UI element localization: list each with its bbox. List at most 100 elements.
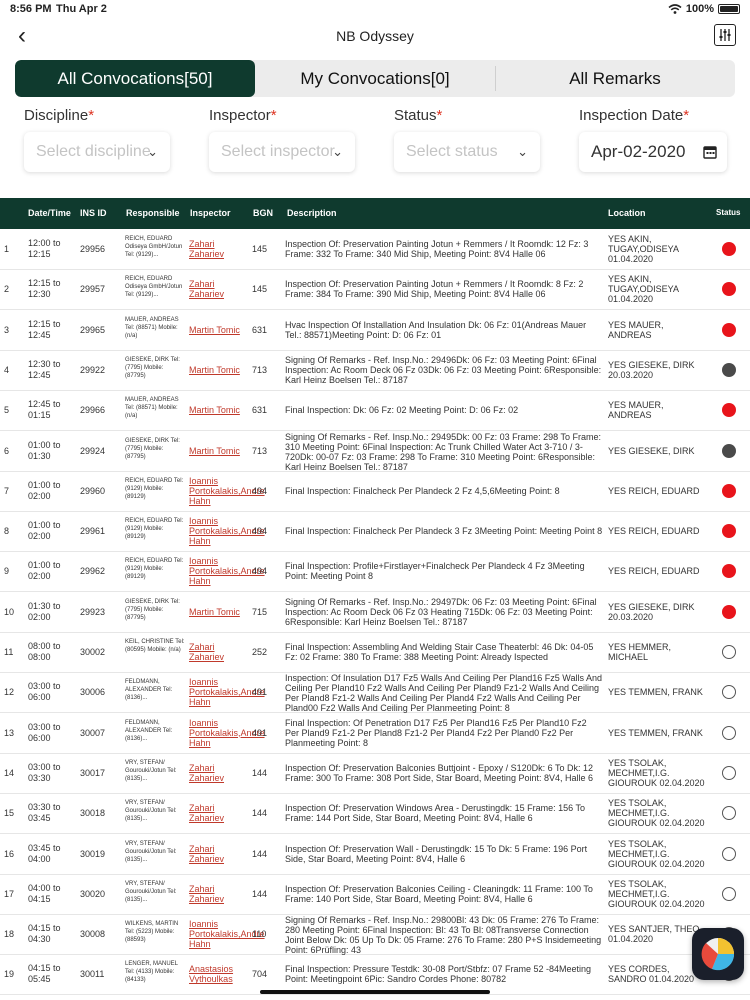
row-inspector-link[interactable]: Zahari Zahariev	[189, 844, 247, 864]
status-placeholder: Select status	[406, 143, 498, 160]
table-row[interactable]: 6 01:00 to 01:30 29924 GIESEKE, DIRK Tel: (…	[0, 431, 750, 472]
row-index: 7	[4, 485, 10, 496]
row-responsible: MAUER, ANDREAS Tel: (88571) Mobile: (n/a…	[125, 397, 179, 420]
row-index: 3	[4, 324, 10, 335]
row-ins-id: 30007	[80, 727, 106, 738]
row-location: YES TEMMEN, FRANK	[608, 727, 703, 738]
row-inspector-link[interactable]: Zahari Zahariev	[189, 279, 247, 299]
table-row[interactable]: 16 03:45 to 04:00 30019 VRY, STEFAN/ Gourou…	[0, 834, 750, 875]
status-indicator-icon	[722, 524, 736, 539]
table-row[interactable]: 2 12:15 to 12:30 29957 REICH, EDUARD Odisey…	[0, 269, 750, 311]
header-bgn: BGN	[253, 208, 273, 218]
filter-settings-button[interactable]	[714, 24, 736, 46]
row-inspector-link[interactable]: Ioannis Portokalakis,Andre Hahn	[189, 556, 265, 586]
table-row[interactable]: 8 01:00 to 02:00 29961 REICH, EDUARD Tel: (…	[0, 511, 750, 553]
row-inspector-link[interactable]: Zahari Zahariev	[189, 803, 247, 823]
row-inspector-link[interactable]: Ioannis Portokalakis,Andre Hahn	[189, 919, 265, 949]
row-description: Inspection Of: Preservation Balconies Ce…	[285, 883, 593, 904]
row-inspector-link[interactable]: Anastasios Vythoulkas	[189, 964, 247, 984]
table-row[interactable]: 15 03:30 to 03:45 30018 VRY, STEFAN/ Gourou…	[0, 793, 750, 835]
status-indicator-icon	[722, 765, 736, 780]
row-inspector-link[interactable]: Martin Tomic	[189, 405, 247, 415]
row-inspector-link[interactable]: Ioannis Portokalakis,Andre Hahn	[189, 516, 265, 546]
row-inspector-link[interactable]: Zahari Zahariev	[189, 763, 247, 783]
header-location: Location	[608, 208, 646, 218]
battery-percent: 100%	[685, 3, 714, 15]
row-ins-id: 29966	[80, 405, 106, 416]
row-bgn: 713	[252, 364, 268, 375]
row-bgn: 144	[252, 808, 268, 819]
tab-all-convocations[interactable]: All Convocations[50]	[15, 60, 255, 97]
table-row[interactable]: 13 03:00 to 06:00 30007 FELDMANN, ALEXANDER…	[0, 713, 750, 754]
tab-my-convocations[interactable]: My Convocations[0]	[255, 60, 495, 97]
row-description: Final Inspection: Of Penetration D17 Fz5…	[285, 717, 587, 748]
row-inspector-link[interactable]: Zahari Zahariev	[189, 239, 247, 259]
row-bgn: 491	[252, 687, 268, 698]
row-datetime: 12:45 to 01:15	[28, 399, 61, 421]
row-index: 17	[4, 888, 15, 899]
table-row[interactable]: 5 12:45 to 01:15 29966 MAUER, ANDREAS Tel: …	[0, 390, 750, 432]
row-location: YES TSOLAK, MECHMET,I.G. GIOUROUK 02.04.…	[608, 757, 705, 788]
status-indicator-icon	[722, 806, 736, 821]
row-bgn: 713	[252, 445, 268, 456]
row-inspector-link[interactable]: Zahari Zahariev	[189, 642, 247, 662]
row-ins-id: 29923	[80, 606, 106, 617]
row-ins-id: 29957	[80, 284, 106, 295]
table-row[interactable]: 4 12:30 to 12:45 29922 GIESEKE, DIRK Tel: (…	[0, 350, 750, 391]
row-description: Inspection: Of Insulation D17 Fz5 Walls …	[285, 673, 602, 714]
row-ins-id: 30020	[80, 888, 106, 899]
inspection-date-picker[interactable]: Apr-02-2020	[579, 132, 727, 172]
row-inspector-link[interactable]: Ioannis Portokalakis,Andre Hahn	[189, 718, 265, 748]
row-inspector-link[interactable]: Martin Tomic	[189, 365, 247, 375]
table-row[interactable]: 14 03:00 to 03:30 30017 VRY, STEFAN/ Gourou…	[0, 753, 750, 794]
table-row[interactable]: 7 01:00 to 02:00 29960 REICH, EDUARD Tel: (…	[0, 471, 750, 512]
row-inspector-link[interactable]: Martin Tomic	[189, 325, 247, 335]
row-datetime: 04:15 to 04:30	[28, 923, 61, 945]
row-inspector-link[interactable]: Martin Tomic	[189, 607, 247, 617]
tab-all-remarks[interactable]: All Remarks	[495, 60, 735, 97]
row-ins-id: 30008	[80, 929, 106, 940]
page-title: NB Odyssey	[336, 28, 414, 44]
row-responsible: REICH, EDUARD Odiseya GmbH/Jotun Tel: (9…	[125, 276, 183, 299]
row-datetime: 01:00 to 02:00	[28, 520, 61, 542]
row-location: YES REICH, EDUARD	[608, 526, 700, 537]
row-inspector-link[interactable]: Martin Tomic	[189, 446, 247, 456]
row-location: YES GIESEKE, DIRK 20.03.2020	[608, 359, 695, 380]
row-responsible: REICH, EDUARD Tel: (9129) Mobile: (89129…	[125, 477, 184, 500]
table-row[interactable]: 1 12:00 to 12:15 29956 REICH, EDUARD Odisey…	[0, 229, 750, 270]
row-index: 18	[4, 929, 15, 940]
row-location: YES TSOLAK, MECHMET,I.G. GIOUROUK 02.04.…	[608, 798, 705, 829]
inspector-placeholder: Select inspector	[221, 143, 335, 160]
row-responsible: GIESEKE, DIRK Tel: (7795) Mobile: (87795…	[125, 598, 180, 621]
row-bgn: 494	[252, 566, 268, 577]
status-indicator-icon	[722, 443, 736, 458]
discipline-select[interactable]: Select discipline ⌄	[24, 132, 170, 172]
table-row[interactable]: 12 03:00 to 06:00 30006 FELDMANN, ALEXANDER…	[0, 672, 750, 714]
row-inspector-link[interactable]: Ioannis Portokalakis,Andre Hahn	[189, 476, 265, 506]
row-description: Inspection Of: Preservation Painting Jot…	[285, 239, 589, 259]
table-row[interactable]: 10 01:30 to 02:00 29923 GIESEKE, DIRK Tel: …	[0, 592, 750, 633]
row-description: Signing Of Remarks - Ref. Insp.No.: 2949…	[285, 431, 601, 472]
status-indicator-icon	[722, 362, 736, 377]
row-location: YES GIESEKE, DIRK 20.03.2020	[608, 601, 695, 622]
inspector-select[interactable]: Select inspector ⌄	[209, 132, 355, 172]
row-ins-id: 30017	[80, 767, 106, 778]
analytics-app-button[interactable]	[692, 928, 744, 980]
row-inspector-link[interactable]: Ioannis Portokalakis,Andre Hahn	[189, 677, 265, 707]
table-row[interactable]: 18 04:15 to 04:30 30008 WILKENS, MARTIN Tel…	[0, 914, 750, 956]
header-status: Status	[716, 208, 741, 217]
row-index: 12	[4, 687, 15, 698]
table-row[interactable]: 9 01:00 to 02:00 29962 REICH, EDUARD Tel: (…	[0, 551, 750, 593]
row-bgn: 491	[252, 727, 268, 738]
table-row[interactable]: 3 12:15 to 12:45 29965 MAUER, ANDREAS Tel: …	[0, 310, 750, 351]
row-bgn: 144	[252, 767, 268, 778]
table-row[interactable]: 17 04:00 to 04:15 30020 VRY, STEFAN/ Gourou…	[0, 874, 750, 915]
status-indicator-icon	[722, 725, 736, 740]
row-inspector-link[interactable]: Zahari Zahariev	[189, 884, 247, 904]
sliders-icon	[719, 29, 731, 41]
status-select[interactable]: Select status ⌄	[394, 132, 540, 172]
row-description: Final Inspection: Dk: 06 Fz: 02 Meeting …	[285, 405, 519, 416]
header-description: Description	[287, 208, 337, 218]
table-row[interactable]: 11 08:00 to 08:00 30002 KEIL, CHRISTINE Tel…	[0, 632, 750, 673]
row-responsible: LENGER, MANUEL Tel: (4133) Mobile: (8413…	[125, 961, 178, 984]
